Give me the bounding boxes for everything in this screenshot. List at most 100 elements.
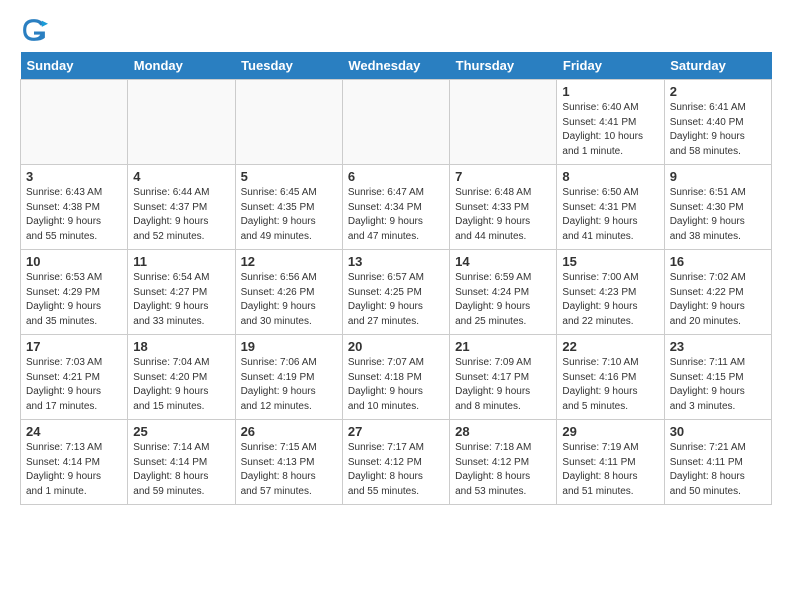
weekday-header-sunday: Sunday: [21, 52, 128, 80]
calendar-cell: 27 Sunrise: 7:17 AM Sunset: 4:12 PM Dayli…: [342, 420, 449, 505]
day-number: 27: [348, 424, 444, 439]
calendar-cell: 28 Sunrise: 7:18 AM Sunset: 4:12 PM Dayli…: [450, 420, 557, 505]
calendar-cell: 21 Sunrise: 7:09 AM Sunset: 4:17 PM Dayli…: [450, 335, 557, 420]
day-number: 6: [348, 169, 444, 184]
calendar-cell: 20 Sunrise: 7:07 AM Sunset: 4:18 PM Dayli…: [342, 335, 449, 420]
day-number: 11: [133, 254, 229, 269]
day-number: 2: [670, 84, 766, 99]
day-info: Sunrise: 6:59 AM Sunset: 4:24 PM Dayligh…: [455, 271, 551, 329]
day-number: 26: [241, 424, 337, 439]
calendar-cell: 14 Sunrise: 6:59 AM Sunset: 4:24 PM Dayli…: [450, 250, 557, 335]
calendar-week-4: 17Sunrise: 7:03 AM Sunset: 4:21 PM Dayli…: [21, 335, 772, 420]
weekday-header-friday: Friday: [557, 52, 664, 80]
calendar-cell: 29 Sunrise: 7:19 AM Sunset: 4:11 PM Dayli…: [557, 420, 664, 505]
day-info: Sunrise: 7:06 AM Sunset: 4:19 PM Dayligh…: [241, 356, 337, 414]
day-info: Sunrise: 6:41 AM Sunset: 4:40 PM Dayligh…: [670, 101, 766, 159]
page-container: SundayMondayTuesdayWednesdayThursdayFrid…: [0, 0, 792, 521]
day-info: Sunrise: 7:13 AM Sunset: 4:14 PM Dayligh…: [26, 441, 122, 499]
day-number: 24: [26, 424, 122, 439]
logo-icon: [20, 16, 48, 44]
day-info: Sunrise: 6:57 AM Sunset: 4:25 PM Dayligh…: [348, 271, 444, 329]
day-number: 20: [348, 339, 444, 354]
calendar-cell: 12 Sunrise: 6:56 AM Sunset: 4:26 PM Dayli…: [235, 250, 342, 335]
calendar-cell: 3 Sunrise: 6:43 AM Sunset: 4:38 PM Daylig…: [21, 165, 128, 250]
day-info: Sunrise: 7:17 AM Sunset: 4:12 PM Dayligh…: [348, 441, 444, 499]
day-number: 10: [26, 254, 122, 269]
day-info: Sunrise: 7:03 AM Sunset: 4:21 PM Dayligh…: [26, 356, 122, 414]
calendar-cell: 10 Sunrise: 6:53 AM Sunset: 4:29 PM Dayli…: [21, 250, 128, 335]
calendar-cell: 8 Sunrise: 6:50 AM Sunset: 4:31 PM Daylig…: [557, 165, 664, 250]
day-info: Sunrise: 7:19 AM Sunset: 4:11 PM Dayligh…: [562, 441, 658, 499]
day-number: 8: [562, 169, 658, 184]
day-number: 22: [562, 339, 658, 354]
day-info: Sunrise: 7:07 AM Sunset: 4:18 PM Dayligh…: [348, 356, 444, 414]
calendar-cell: 13 Sunrise: 6:57 AM Sunset: 4:25 PM Dayli…: [342, 250, 449, 335]
day-info: Sunrise: 6:43 AM Sunset: 4:38 PM Dayligh…: [26, 186, 122, 244]
calendar-week-5: 24 Sunrise: 7:13 AM Sunset: 4:14 PM Dayli…: [21, 420, 772, 505]
day-info: Sunrise: 7:21 AM Sunset: 4:11 PM Dayligh…: [670, 441, 766, 499]
day-number: 21: [455, 339, 551, 354]
day-info: Sunrise: 6:53 AM Sunset: 4:29 PM Dayligh…: [26, 271, 122, 329]
day-number: 9: [670, 169, 766, 184]
calendar-cell: [235, 80, 342, 165]
calendar-cell: [450, 80, 557, 165]
calendar-week-3: 10 Sunrise: 6:53 AM Sunset: 4:29 PM Dayli…: [21, 250, 772, 335]
weekday-header-saturday: Saturday: [664, 52, 771, 80]
day-number: 23: [670, 339, 766, 354]
day-info: Sunrise: 7:11 AM Sunset: 4:15 PM Dayligh…: [670, 356, 766, 414]
calendar-cell: 9 Sunrise: 6:51 AM Sunset: 4:30 PM Daylig…: [664, 165, 771, 250]
calendar-week-2: 3 Sunrise: 6:43 AM Sunset: 4:38 PM Daylig…: [21, 165, 772, 250]
day-number: 3: [26, 169, 122, 184]
day-info: Sunrise: 6:54 AM Sunset: 4:27 PM Dayligh…: [133, 271, 229, 329]
weekday-header-wednesday: Wednesday: [342, 52, 449, 80]
calendar-cell: 23 Sunrise: 7:11 AM Sunset: 4:15 PM Dayli…: [664, 335, 771, 420]
calendar-cell: 4 Sunrise: 6:44 AM Sunset: 4:37 PM Daylig…: [128, 165, 235, 250]
day-info: Sunrise: 7:00 AM Sunset: 4:23 PM Dayligh…: [562, 271, 658, 329]
calendar-cell: 26 Sunrise: 7:15 AM Sunset: 4:13 PM Dayli…: [235, 420, 342, 505]
calendar-cell: 18 Sunrise: 7:04 AM Sunset: 4:20 PM Dayli…: [128, 335, 235, 420]
calendar-cell: 1Sunrise: 6:40 AM Sunset: 4:41 PM Daylig…: [557, 80, 664, 165]
logo: [20, 16, 50, 44]
day-info: Sunrise: 7:10 AM Sunset: 4:16 PM Dayligh…: [562, 356, 658, 414]
calendar-cell: 6Sunrise: 6:47 AM Sunset: 4:34 PM Daylig…: [342, 165, 449, 250]
day-info: Sunrise: 6:48 AM Sunset: 4:33 PM Dayligh…: [455, 186, 551, 244]
header: [20, 16, 772, 44]
calendar-cell: 17Sunrise: 7:03 AM Sunset: 4:21 PM Dayli…: [21, 335, 128, 420]
day-number: 29: [562, 424, 658, 439]
calendar-cell: [128, 80, 235, 165]
calendar-cell: 5Sunrise: 6:45 AM Sunset: 4:35 PM Daylig…: [235, 165, 342, 250]
calendar-cell: 24 Sunrise: 7:13 AM Sunset: 4:14 PM Dayli…: [21, 420, 128, 505]
day-info: Sunrise: 6:44 AM Sunset: 4:37 PM Dayligh…: [133, 186, 229, 244]
calendar-cell: 2 Sunrise: 6:41 AM Sunset: 4:40 PM Daylig…: [664, 80, 771, 165]
day-number: 16: [670, 254, 766, 269]
calendar-cell: 7Sunrise: 6:48 AM Sunset: 4:33 PM Daylig…: [450, 165, 557, 250]
day-info: Sunrise: 6:56 AM Sunset: 4:26 PM Dayligh…: [241, 271, 337, 329]
calendar-cell: 16 Sunrise: 7:02 AM Sunset: 4:22 PM Dayli…: [664, 250, 771, 335]
day-info: Sunrise: 7:04 AM Sunset: 4:20 PM Dayligh…: [133, 356, 229, 414]
calendar-table: SundayMondayTuesdayWednesdayThursdayFrid…: [20, 52, 772, 505]
day-number: 4: [133, 169, 229, 184]
day-number: 18: [133, 339, 229, 354]
day-info: Sunrise: 6:50 AM Sunset: 4:31 PM Dayligh…: [562, 186, 658, 244]
day-number: 28: [455, 424, 551, 439]
calendar-cell: 11 Sunrise: 6:54 AM Sunset: 4:27 PM Dayli…: [128, 250, 235, 335]
day-number: 14: [455, 254, 551, 269]
day-info: Sunrise: 7:02 AM Sunset: 4:22 PM Dayligh…: [670, 271, 766, 329]
day-info: Sunrise: 7:14 AM Sunset: 4:14 PM Dayligh…: [133, 441, 229, 499]
day-info: Sunrise: 6:51 AM Sunset: 4:30 PM Dayligh…: [670, 186, 766, 244]
day-info: Sunrise: 7:15 AM Sunset: 4:13 PM Dayligh…: [241, 441, 337, 499]
calendar-week-1: 1Sunrise: 6:40 AM Sunset: 4:41 PM Daylig…: [21, 80, 772, 165]
day-number: 13: [348, 254, 444, 269]
day-number: 12: [241, 254, 337, 269]
weekday-header-tuesday: Tuesday: [235, 52, 342, 80]
day-number: 25: [133, 424, 229, 439]
day-info: Sunrise: 7:18 AM Sunset: 4:12 PM Dayligh…: [455, 441, 551, 499]
calendar-cell: 30Sunrise: 7:21 AM Sunset: 4:11 PM Dayli…: [664, 420, 771, 505]
day-info: Sunrise: 6:40 AM Sunset: 4:41 PM Dayligh…: [562, 101, 658, 159]
calendar-cell: [21, 80, 128, 165]
day-number: 5: [241, 169, 337, 184]
calendar-cell: 25 Sunrise: 7:14 AM Sunset: 4:14 PM Dayli…: [128, 420, 235, 505]
day-info: Sunrise: 7:09 AM Sunset: 4:17 PM Dayligh…: [455, 356, 551, 414]
weekday-header-monday: Monday: [128, 52, 235, 80]
calendar-cell: 15Sunrise: 7:00 AM Sunset: 4:23 PM Dayli…: [557, 250, 664, 335]
